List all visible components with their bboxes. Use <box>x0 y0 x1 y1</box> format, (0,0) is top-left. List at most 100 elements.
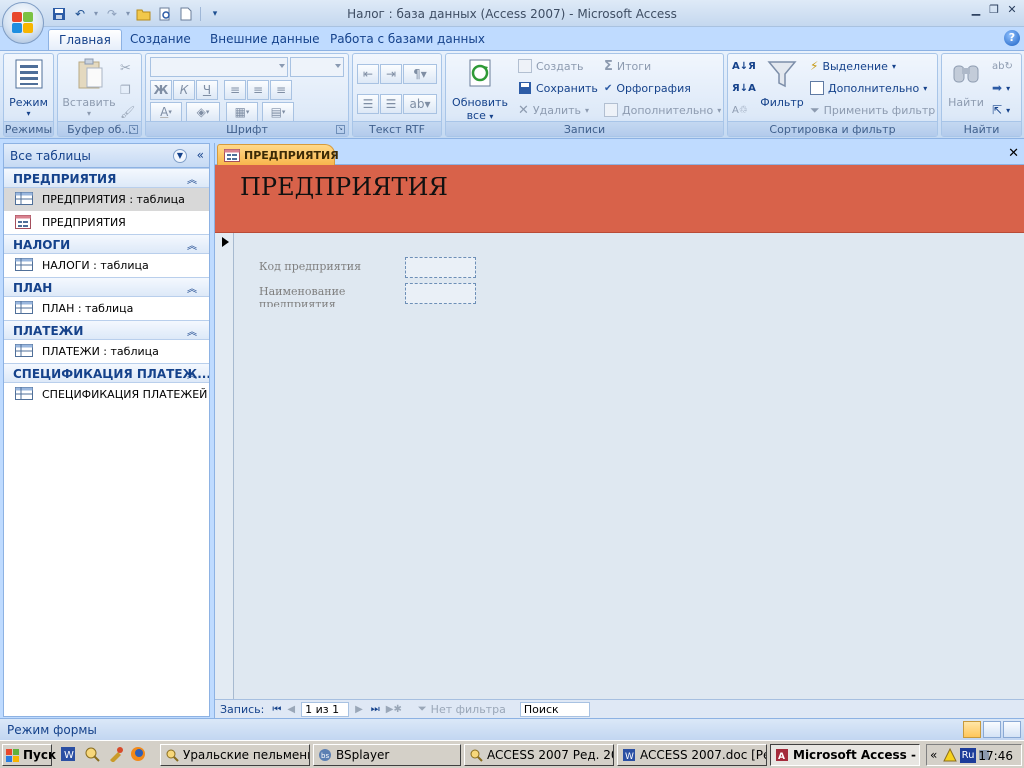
close-document-icon[interactable]: ✕ <box>1008 146 1019 161</box>
close-icon[interactable]: ✕ <box>1004 2 1020 16</box>
collapse-group-icon[interactable]: ︽ <box>187 280 197 295</box>
collapse-pane-icon[interactable]: « <box>197 148 204 162</box>
warning-icon[interactable] <box>943 747 957 762</box>
view-button[interactable]: Режим ▾ <box>6 58 51 118</box>
toggle-filter-button[interactable]: ⏷ Применить фильтр <box>810 100 935 120</box>
font-color-icon[interactable]: A ▾ <box>150 102 182 122</box>
word-quicklaunch-icon[interactable]: W <box>60 746 76 762</box>
taskbar-task-5[interactable]: A Microsoft Access - ... <box>770 744 920 766</box>
collapse-group-icon[interactable]: ︽ <box>187 323 197 338</box>
tool-quicklaunch-icon[interactable] <box>108 746 124 763</box>
design-view-icon[interactable] <box>1003 721 1021 738</box>
firefox-icon[interactable] <box>130 746 146 762</box>
font-launcher-icon[interactable]: ↘ <box>336 125 345 134</box>
record-selector[interactable] <box>215 233 234 699</box>
nav-group-payments[interactable]: ПЛАТЕЖИ ︽ <box>4 320 209 340</box>
previous-record-icon[interactable]: ◀ <box>287 704 295 715</box>
office-button[interactable] <box>2 2 44 44</box>
tab-external-data[interactable]: Внешние данные <box>200 29 329 50</box>
replace-icon[interactable]: ab↻ <box>992 56 1013 76</box>
bold-button[interactable]: Ж <box>150 80 172 100</box>
increase-indent-icon[interactable]: ⇥ <box>380 64 402 84</box>
select-icon[interactable]: ⇱ ▾ <box>992 100 1010 120</box>
font-size-combo[interactable] <box>290 57 344 77</box>
paste-button[interactable]: Вставить ▾ <box>61 58 117 118</box>
nav-item-enterprises-table[interactable]: ПРЕДПРИЯТИЯ : таблица <box>4 188 209 211</box>
align-right-icon[interactable]: ≡ <box>270 80 292 100</box>
sort-ascending-icon[interactable]: А↓Я <box>732 56 756 76</box>
enterprise-code-field[interactable] <box>405 257 476 278</box>
help-icon[interactable]: ? <box>1004 30 1020 46</box>
paragraph-direction-icon[interactable]: ¶▾ <box>403 64 437 84</box>
search-quicklaunch-icon[interactable] <box>84 746 100 762</box>
highlight-icon[interactable]: ab▾ <box>403 94 437 114</box>
collapse-group-icon[interactable]: ︽ <box>187 237 197 252</box>
nav-item-plan-table[interactable]: ПЛАН : таблица <box>4 297 209 320</box>
last-record-icon[interactable]: ⏭ <box>371 704 380 715</box>
nav-item-payment-spec-table[interactable]: СПЕЦИФИКАЦИЯ ПЛАТЕЖЕЙ ... <box>4 383 209 406</box>
taskbar-task-1[interactable]: Уральские пельмени ... <box>160 744 310 766</box>
layout-view-icon[interactable] <box>983 721 1001 738</box>
numbered-list-icon[interactable]: ☰ <box>357 94 379 114</box>
align-left-icon[interactable]: ≡ <box>224 80 246 100</box>
search-input[interactable]: Поиск <box>519 701 590 717</box>
enterprise-name-field[interactable] <box>405 283 476 304</box>
save-record-button[interactable]: Сохранить <box>518 78 598 98</box>
format-painter-icon[interactable]: 🖌 <box>120 102 135 122</box>
taskbar-task-3[interactable]: ACCESS 2007 Ред. 2012 <box>464 744 614 766</box>
copy-icon[interactable]: ❐ <box>120 80 131 100</box>
taskbar-task-4[interactable]: W ACCESS 2007.doc [Ре... <box>617 744 767 766</box>
align-center-icon[interactable]: ≡ <box>247 80 269 100</box>
bulleted-list-icon[interactable]: ☰ <box>380 94 402 114</box>
underline-button[interactable]: Ч <box>196 80 218 100</box>
delete-record-button[interactable]: ✕ Удалить ▾ <box>518 100 589 120</box>
start-button[interactable]: Пуск <box>2 744 56 766</box>
new-record-nav-icon[interactable]: ▶✱ <box>386 704 402 715</box>
advanced-filter-button[interactable]: Дополнительно ▾ <box>810 78 927 98</box>
new-record-button[interactable]: Создать <box>518 56 584 76</box>
nav-item-enterprises-form[interactable]: ПРЕДПРИЯТИЯ <box>4 211 209 234</box>
tray-expand-icon[interactable]: « <box>930 748 937 762</box>
taskbar-task-2[interactable]: bs BSplayer <box>313 744 461 766</box>
nav-group-plan[interactable]: ПЛАН ︽ <box>4 277 209 297</box>
decrease-indent-icon[interactable]: ⇤ <box>357 64 379 84</box>
cut-icon[interactable]: ✂ <box>120 58 131 78</box>
gridlines-icon[interactable]: ▦ ▾ <box>226 102 258 122</box>
more-records-button[interactable]: Дополнительно ▾ <box>604 100 721 120</box>
filter-button[interactable]: Фильтр <box>758 58 806 109</box>
restore-icon[interactable]: ❐ <box>986 2 1002 16</box>
nav-item-payments-table[interactable]: ПЛАТЕЖИ : таблица <box>4 340 209 363</box>
totals-button[interactable]: Σ Итоги <box>604 56 651 76</box>
nav-pane-header[interactable]: Все таблицы ▼ « <box>4 144 209 168</box>
goto-icon[interactable]: ➡ ▾ <box>992 78 1010 98</box>
find-button[interactable]: Найти <box>944 58 988 109</box>
nav-group-payment-spec[interactable]: СПЕЦИФИКАЦИЯ ПЛАТЕЖ... ︽ <box>4 363 209 383</box>
tab-database-tools[interactable]: Работа с базами данных <box>320 29 495 50</box>
next-record-icon[interactable]: ▶ <box>355 704 363 715</box>
sort-descending-icon[interactable]: Я↓А <box>732 78 756 98</box>
document-tab[interactable]: ПРЕДПРИЯТИЯ <box>217 144 339 165</box>
alternate-fill-icon[interactable]: ▤ ▾ <box>262 102 294 122</box>
nav-group-enterprises[interactable]: ПРЕДПРИЯТИЯ ︽ <box>4 168 209 188</box>
filter-status-button[interactable]: ⏷ Нет фильтра <box>418 702 506 716</box>
minimize-icon[interactable]: ▁ <box>968 2 984 16</box>
form-view-icon[interactable] <box>963 721 981 738</box>
clipboard-launcher-icon[interactable]: ↘ <box>129 125 138 134</box>
selection-button[interactable]: ⚡ Выделение ▾ <box>810 56 896 76</box>
spelling-button[interactable]: ✔ Орфография <box>604 78 691 98</box>
collapse-group-icon[interactable]: ︽ <box>187 366 197 381</box>
first-record-icon[interactable]: ⏮ <box>272 704 281 715</box>
nav-group-taxes[interactable]: НАЛОГИ ︽ <box>4 234 209 254</box>
language-indicator[interactable]: Ru <box>960 748 976 763</box>
current-record-input[interactable]: 1 из 1 <box>301 701 350 717</box>
italic-button[interactable]: К <box>173 80 195 100</box>
tab-create[interactable]: Создание <box>120 29 201 50</box>
clear-sort-icon[interactable]: А♲ <box>732 100 748 120</box>
nav-item-taxes-table[interactable]: НАЛОГИ : таблица <box>4 254 209 277</box>
chevron-down-icon[interactable]: ▼ <box>173 149 187 163</box>
font-name-combo[interactable] <box>150 57 288 77</box>
tab-home[interactable]: Главная <box>48 29 122 50</box>
collapse-group-icon[interactable]: ︽ <box>187 171 197 186</box>
fill-color-icon[interactable]: ◈ ▾ <box>186 102 220 122</box>
refresh-all-button[interactable]: Обновить все ▾ <box>449 58 511 122</box>
